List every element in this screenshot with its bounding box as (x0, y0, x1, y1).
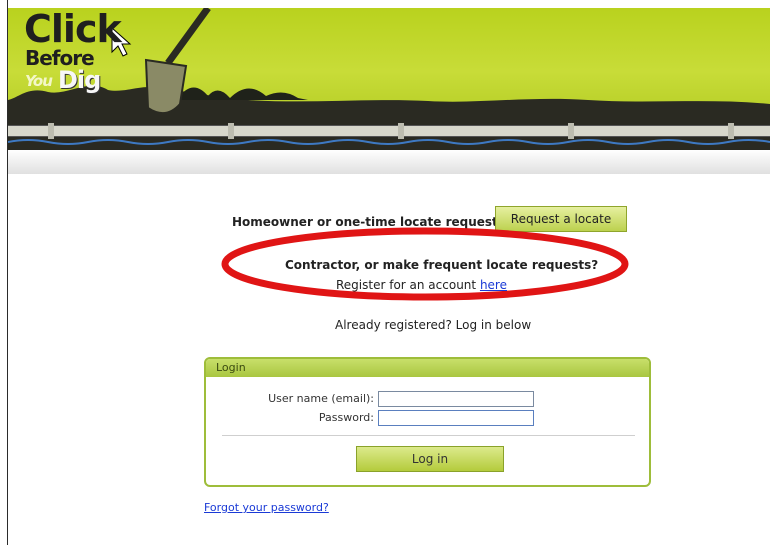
logo-before-text: Before (25, 46, 95, 70)
logo-click-text: Click (24, 8, 122, 51)
login-button[interactable]: Log in (356, 446, 504, 472)
register-here-link[interactable]: here (480, 278, 507, 292)
login-title: Login (216, 361, 246, 374)
already-registered-text: Already registered? Log in below (335, 318, 532, 332)
banner-shadow-strip (8, 150, 770, 174)
logo-you-text: You (25, 72, 53, 90)
register-label: Register for an account (336, 278, 480, 292)
contractor-prompt: Contractor, or make frequent locate requ… (285, 258, 599, 272)
banner-art (8, 8, 770, 150)
username-label: User name (email): (268, 392, 374, 405)
forgot-password-link[interactable]: Forgot your password? (204, 501, 329, 514)
login-divider (222, 435, 635, 436)
register-text: Register for an account here (336, 278, 507, 292)
login-header: Login (206, 359, 649, 377)
site-banner: Click Before You Dig (8, 8, 770, 150)
username-input[interactable] (378, 391, 534, 407)
logo-dig-text: Dig (58, 66, 101, 94)
password-label: Password: (318, 411, 374, 424)
login-panel: Login User name (email): Password: Log i… (204, 357, 651, 487)
password-input[interactable] (378, 410, 534, 426)
